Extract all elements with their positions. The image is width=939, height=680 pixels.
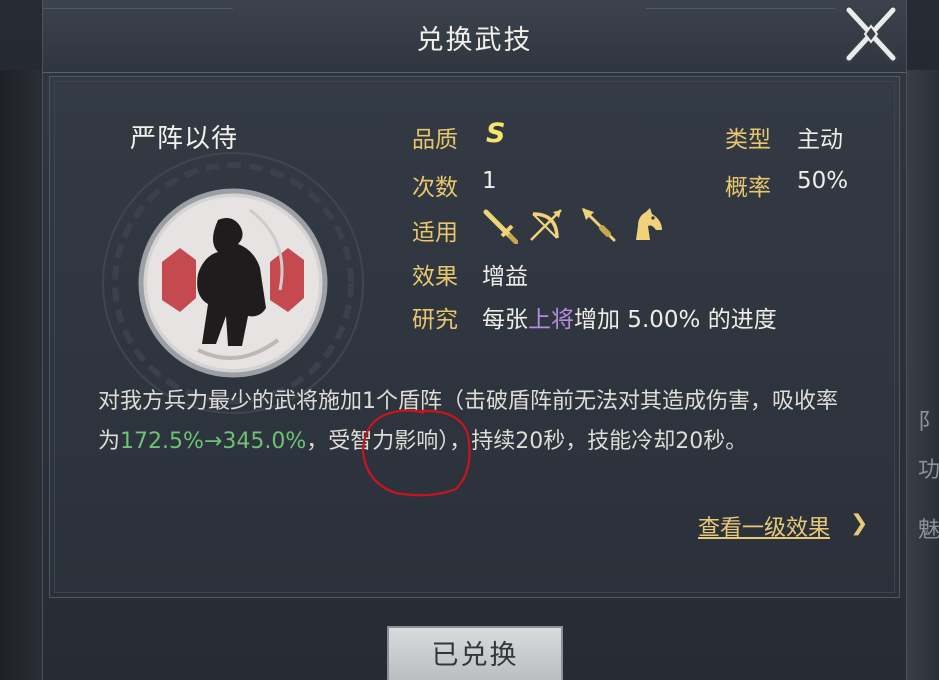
background-right	[905, 70, 939, 680]
horse-icon	[636, 208, 662, 240]
background-glyph: 功	[918, 458, 939, 483]
close-button[interactable]	[839, 0, 903, 68]
background-left	[0, 70, 42, 680]
rate-value: 50%	[797, 168, 849, 194]
research-prefix: 每张	[482, 307, 528, 333]
view-level1-effect-link[interactable]: 查看一级效果	[698, 510, 830, 542]
exchanged-button[interactable]: 已兑换	[387, 626, 563, 680]
research-label: 研究	[412, 307, 458, 333]
skill-description: 对我方兵力最少的武将施加1个盾阵（击破盾阵前无法对其造成伤害，吸收率为172.5…	[98, 382, 848, 462]
research-suffix: 增加 5.00% 的进度	[574, 307, 777, 333]
effect-value: 增益	[482, 264, 528, 290]
absorb-rate-from: 172.5%	[120, 429, 204, 454]
background-glyph: 阝	[918, 410, 939, 435]
spear-icon	[582, 208, 616, 242]
background-glyph: 魅	[918, 518, 939, 543]
type-value: 主动	[797, 127, 843, 153]
title-bar: 兑换武技	[43, 0, 906, 73]
bow-icon	[530, 209, 562, 241]
quality-label: 品质	[412, 127, 458, 153]
sword-icon	[483, 209, 518, 244]
dialog-title: 兑换武技	[416, 25, 533, 56]
research-highlight: 上将	[528, 307, 574, 333]
type-label: 类型	[725, 127, 771, 153]
chevron-right-icon[interactable]: ❯	[850, 511, 868, 536]
research-value: 每张上将增加 5.00% 的进度	[482, 300, 777, 334]
close-icon	[844, 5, 898, 63]
game-screen: 阝 功 魅 兑换武技 严阵以待 品质 S 类型 主动 次数 1 概率 50% 适…	[0, 0, 939, 680]
absorb-rate-to: 345.0%	[222, 429, 307, 454]
rate-label: 概率	[725, 175, 771, 201]
description-text-end: ，受智力影响），持续20秒，技能冷却20秒。	[306, 429, 748, 454]
count-label: 次数	[412, 175, 458, 201]
quality-grade: S	[486, 118, 506, 149]
count-value: 1	[482, 168, 497, 194]
effect-label: 效果	[412, 264, 458, 290]
applies-label: 适用	[412, 220, 458, 246]
skill-emblem-icon	[102, 152, 364, 414]
absorb-rate-arrow: →	[203, 429, 223, 454]
